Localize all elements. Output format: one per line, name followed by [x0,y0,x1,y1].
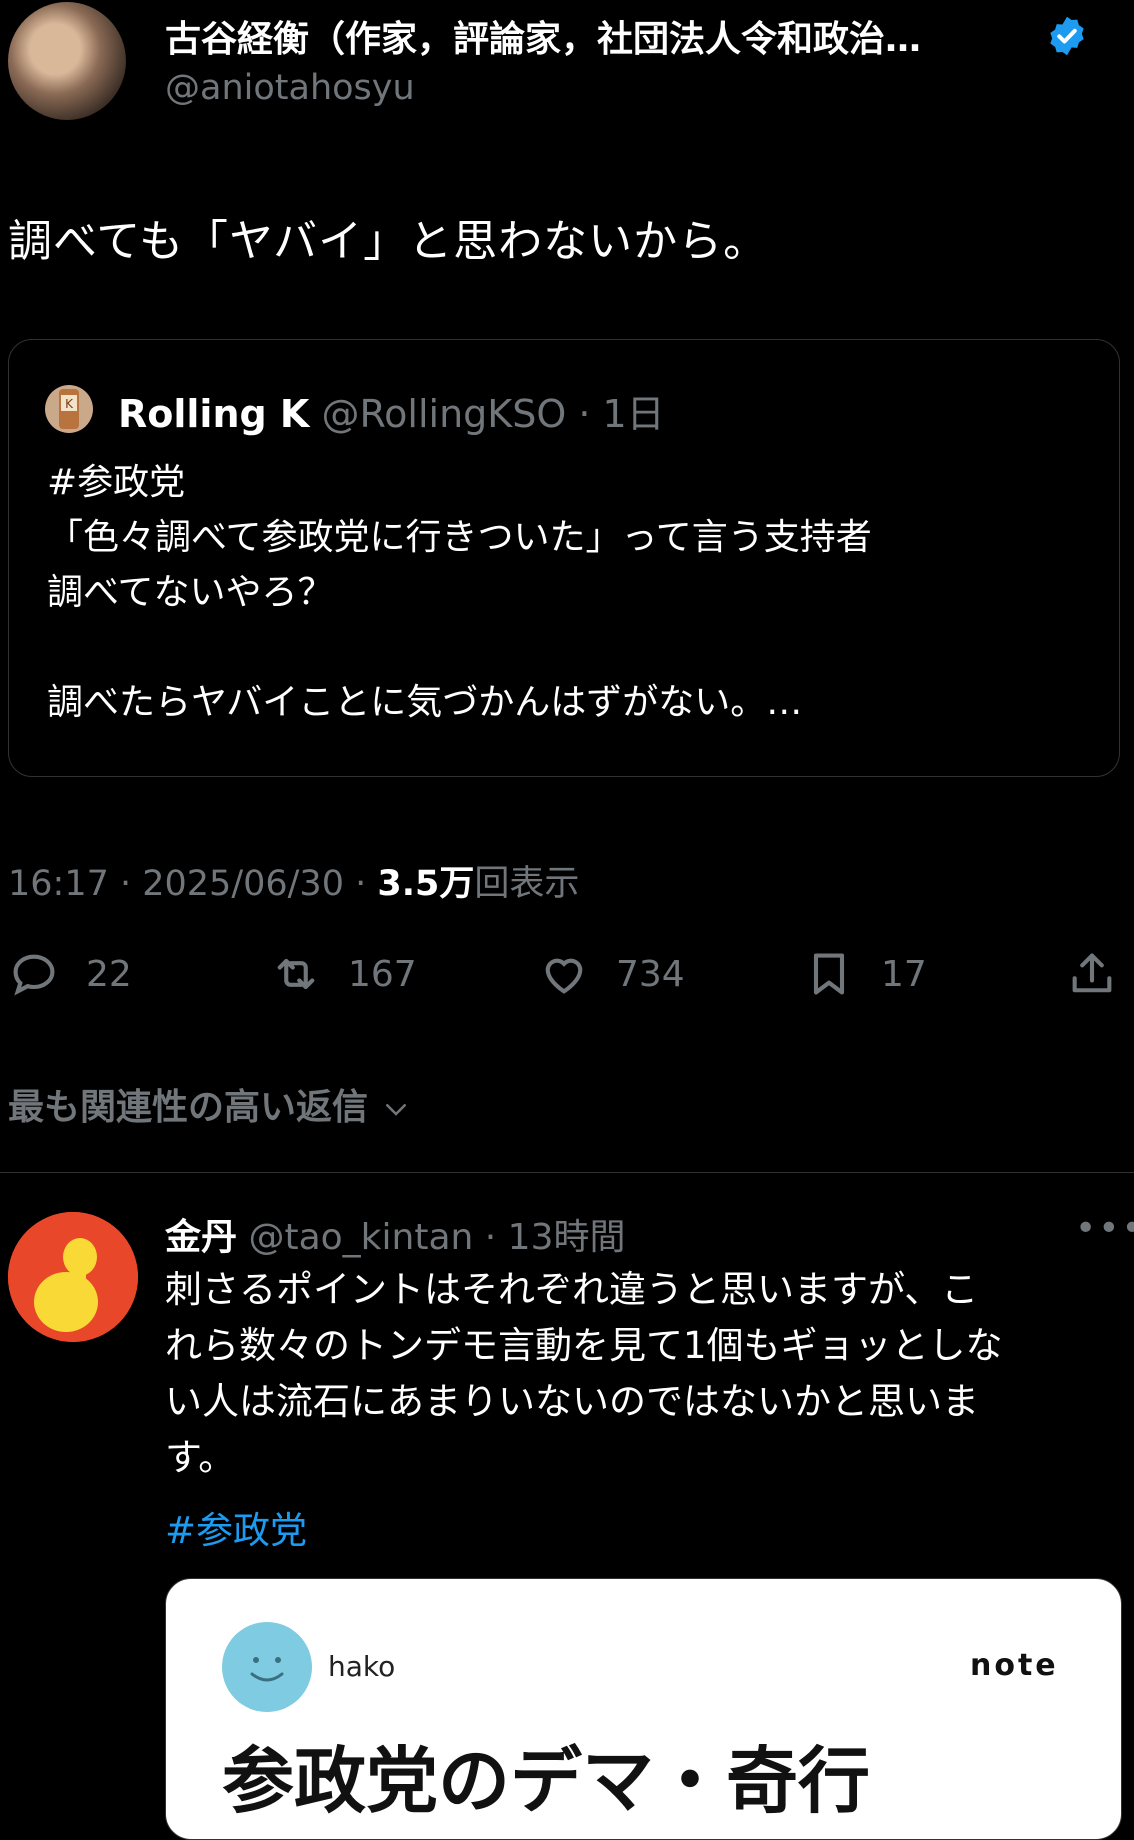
note-author-avatar [222,1622,312,1712]
share-icon [1072,953,1112,993]
tweet-meta: 16:17 · 2025/06/30 · 3.5万回表示 [8,855,579,906]
note-logo: note [970,1648,1059,1683]
retweet-icon [277,958,315,990]
reply-header: 金丹 @tao_kintan · 13時間 [165,1208,625,1260]
quote-avatar-image: K [59,389,79,429]
retweet-button[interactable]: 167 [270,948,417,1000]
reply-author-handle[interactable]: @tao_kintan [248,1217,473,1258]
tweet-timestamp: 16:17 · 2025/06/30 · [8,864,367,904]
quote-header: Rolling K @RollingKSO · 1日 [118,383,665,438]
reply-body: 刺さるポイントはそれぞれ違うと思いますが、こ れら数々のトンデモ言動を見て1個も… [165,1268,1003,1479]
like-icon [545,958,583,994]
retweet-count: 167 [348,953,417,995]
reply-avatar[interactable] [8,1212,138,1342]
author-avatar[interactable] [8,2,126,120]
tweet-text: 調べても「ヤバイ」と思わないから。 [8,216,769,267]
note-author-name: hako [328,1650,396,1683]
reply-sort-selector[interactable]: 最も関連性の高い返信 [8,1078,411,1130]
view-count: 3.5万 [377,864,475,904]
author-handle[interactable]: @aniotahosyu [165,68,415,108]
chevron-down-icon [385,1104,406,1116]
smiley-icon [250,1657,284,1682]
bookmark-button[interactable]: 17 [803,948,927,1000]
bookmark-icon [813,953,845,995]
action-bar: 22 167 734 17 [8,948,1126,1008]
svg-text:K: K [65,397,74,411]
quote-author-name[interactable]: Rolling K [118,392,309,436]
quote-avatar: K [45,385,93,433]
reply-hashtag-link[interactable]: #参政党 [165,1500,307,1554]
view-count-suffix: 回表示 [474,864,580,904]
share-button[interactable] [1066,948,1118,1000]
verified-badge-icon [1050,16,1084,56]
more-icon[interactable]: ••• [1075,1208,1134,1249]
author-name[interactable]: 古谷経衡（作家，評論家，社団法人令和政治… [165,10,921,62]
quote-body: #参政党 「色々調べて参政党に行きついた」って言う支持者 調べてないやろ？ 調べ… [47,462,872,723]
divider [0,1172,1134,1173]
note-article-title: 参政党のデマ・奇行 [222,1739,871,1823]
reply-icon [13,954,55,996]
gourd-avatar-image [8,1212,138,1342]
quote-time: · 1日 [578,392,665,436]
like-count: 734 [616,953,685,995]
reply-sort-label: 最も関連性の高い返信 [8,1087,369,1128]
reply-count: 22 [86,953,132,995]
reply-author-name[interactable]: 金丹 [165,1217,237,1258]
bookmark-count: 17 [881,953,927,995]
like-button[interactable]: 734 [538,948,685,1000]
reply-time: · 13時間 [484,1217,626,1258]
quote-author-handle[interactable]: @RollingKSO [321,392,566,436]
reply-button[interactable]: 22 [8,948,132,1000]
